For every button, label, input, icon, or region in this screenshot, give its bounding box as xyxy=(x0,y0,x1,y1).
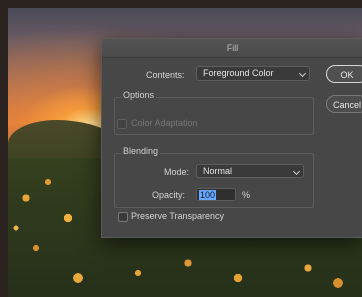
contents-label: Contents: xyxy=(146,70,185,80)
fill-dialog: Fill Contents: Foreground Color OK Cance… xyxy=(101,38,362,238)
mode-select-value: Normal xyxy=(203,166,233,176)
blending-group-title: Blending xyxy=(121,146,161,156)
contents-select-value: Foreground Color xyxy=(203,68,274,78)
mode-select[interactable]: Normal xyxy=(196,164,304,178)
cancel-button[interactable]: Cancel xyxy=(326,95,362,113)
opacity-input[interactable]: 100 xyxy=(196,188,236,201)
screenshot-frame: Fill Contents: Foreground Color OK Cance… xyxy=(0,0,362,297)
color-adaptation-label: Color Adaptation xyxy=(131,118,198,128)
ok-button[interactable]: OK xyxy=(326,65,362,83)
preserve-transparency-label: Preserve Transparency xyxy=(131,211,225,221)
opacity-value: 100 xyxy=(199,190,217,200)
dialog-title: Fill xyxy=(102,39,362,58)
mode-label: Mode: xyxy=(164,167,190,177)
opacity-unit: % xyxy=(242,190,251,200)
preserve-transparency-checkbox[interactable] xyxy=(118,212,128,222)
chevron-down-icon xyxy=(298,69,307,78)
chevron-down-icon xyxy=(292,167,301,176)
options-group-title: Options xyxy=(121,90,157,100)
options-group xyxy=(114,97,314,135)
contents-select[interactable]: Foreground Color xyxy=(196,66,310,81)
color-adaptation-checkbox[interactable] xyxy=(117,119,127,129)
opacity-label: Opacity: xyxy=(152,190,186,200)
